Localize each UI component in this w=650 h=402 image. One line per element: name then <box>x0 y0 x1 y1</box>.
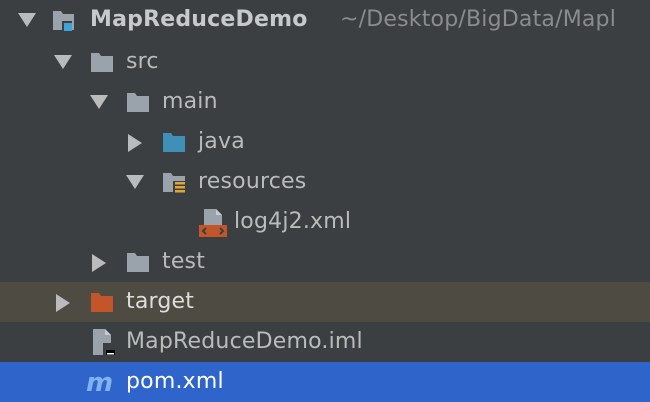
tree-item-label: java <box>198 129 245 154</box>
tree-item-label: test <box>162 249 206 274</box>
tree-item-label: pom.xml <box>126 369 224 394</box>
source-folder-icon <box>162 130 186 154</box>
project-module-icon <box>52 8 76 32</box>
project-path: ~/Desktop/BigData/Mapl <box>340 7 617 32</box>
tree-item-label: main <box>162 89 218 114</box>
excluded-folder-icon <box>90 290 114 314</box>
folder-icon <box>90 50 114 74</box>
tree-row-project[interactable]: MapReduceDemo ~/Desktop/BigData/Mapl <box>0 0 650 40</box>
tree-row-target[interactable]: target <box>0 282 650 322</box>
tree-item-label: MapReduceDemo.iml <box>126 329 363 354</box>
folder-icon <box>126 90 150 114</box>
svg-text:m: m <box>86 368 113 397</box>
resources-folder-icon <box>162 170 186 194</box>
tree-item-label: target <box>126 289 195 314</box>
tree-row-main[interactable]: main <box>0 82 650 122</box>
chevron-right-icon[interactable] <box>128 134 142 152</box>
chevron-down-icon[interactable] <box>90 95 108 109</box>
project-name: MapReduceDemo <box>90 7 308 32</box>
tree-row-src[interactable]: src <box>0 42 650 82</box>
chevron-down-icon[interactable] <box>54 55 72 69</box>
tree-row-resources[interactable]: resources <box>0 162 650 202</box>
tree-item-label: src <box>126 49 159 74</box>
tree-row-iml[interactable]: MapReduceDemo.iml <box>0 322 650 362</box>
tree-row-test[interactable]: test <box>0 242 650 282</box>
folder-icon <box>126 250 150 274</box>
tree-row-log4j2[interactable]: log4j2.xml <box>0 202 650 242</box>
tree-item-label: log4j2.xml <box>234 209 352 234</box>
xml-file-icon <box>198 208 228 238</box>
tree-row-pom[interactable]: m pom.xml <box>0 362 650 402</box>
chevron-down-icon[interactable] <box>126 175 144 189</box>
tree-row-java[interactable]: java <box>0 122 650 162</box>
maven-icon: m <box>86 367 120 398</box>
chevron-right-icon[interactable] <box>92 254 106 272</box>
chevron-right-icon[interactable] <box>56 294 70 312</box>
chevron-down-icon[interactable] <box>18 13 36 27</box>
tree-item-label: resources <box>198 169 307 194</box>
iml-file-icon <box>90 328 118 358</box>
